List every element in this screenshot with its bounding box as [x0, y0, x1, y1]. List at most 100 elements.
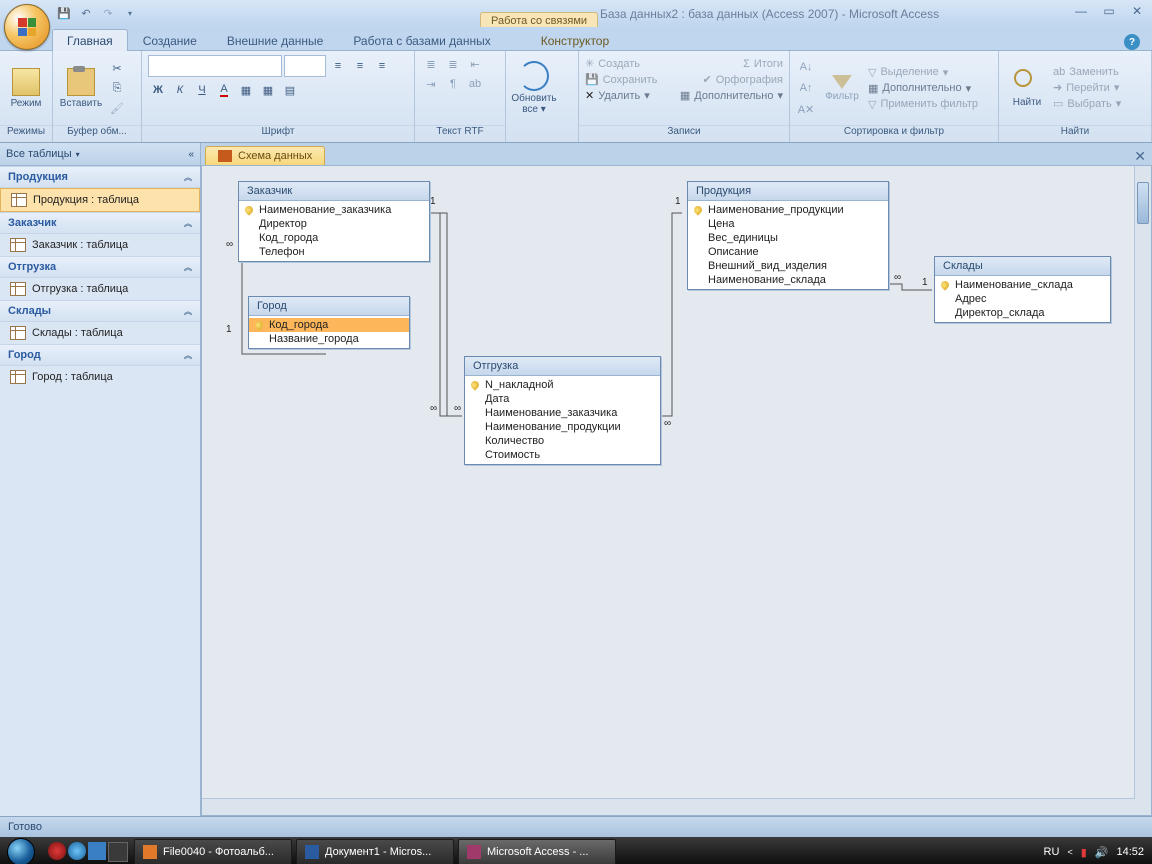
- qat-customize-icon[interactable]: ▾: [122, 6, 138, 22]
- entity-field[interactable]: Название_города: [249, 332, 409, 346]
- nav-group-header[interactable]: Город︽: [0, 344, 200, 366]
- nav-item[interactable]: Склады : таблица: [0, 322, 200, 344]
- clock[interactable]: 14:52: [1116, 846, 1144, 858]
- underline-button[interactable]: Ч: [192, 81, 212, 99]
- ql-ie-icon[interactable]: [68, 842, 86, 860]
- minimize-button[interactable]: —: [1072, 4, 1090, 18]
- new-record-icon[interactable]: ✳: [585, 57, 594, 70]
- start-button[interactable]: [0, 837, 42, 864]
- bold-button[interactable]: Ж: [148, 81, 168, 99]
- tab-dbtools[interactable]: Работа с базами данных: [338, 29, 505, 51]
- entity-field[interactable]: Директор: [239, 217, 429, 231]
- entity-field[interactable]: Телефон: [239, 245, 429, 259]
- entity-gorod[interactable]: Город Код_городаНазвание_города: [248, 296, 410, 349]
- toggle-filter-icon[interactable]: ▽: [868, 98, 876, 111]
- totals-icon[interactable]: Σ: [743, 58, 750, 70]
- find-button[interactable]: Найти: [1005, 69, 1049, 108]
- copy-icon[interactable]: ⎘: [107, 79, 127, 97]
- goto-icon[interactable]: ➜: [1053, 81, 1062, 94]
- nav-item[interactable]: Заказчик : таблица: [0, 234, 200, 256]
- tab-create[interactable]: Создание: [128, 29, 212, 51]
- refresh-button[interactable]: Обновитьвсе ▾: [512, 61, 556, 115]
- undo-icon[interactable]: ↶: [78, 6, 94, 22]
- italic-button[interactable]: К: [170, 81, 190, 99]
- relationships-canvas[interactable]: 1 ∞ ∞ ∞ 1 ∞ 1 1 ∞ Заказчик Наименование_…: [201, 165, 1152, 816]
- entity-field[interactable]: Адрес: [935, 292, 1110, 306]
- sort-asc-icon[interactable]: A↓: [796, 58, 816, 76]
- save-record-icon[interactable]: 💾: [585, 73, 599, 86]
- close-button[interactable]: ✕: [1128, 4, 1146, 18]
- doc-tab-close-icon[interactable]: ✕: [1134, 148, 1146, 165]
- more-icon[interactable]: ▦: [680, 89, 690, 102]
- entity-sklady[interactable]: Склады Наименование_складаАдресДиректор_…: [934, 256, 1111, 323]
- entity-field[interactable]: Стоимость: [465, 448, 660, 462]
- restore-button[interactable]: ▭: [1100, 4, 1118, 18]
- entity-field[interactable]: Цена: [688, 217, 888, 231]
- font-size-input[interactable]: [284, 55, 326, 77]
- align-left-icon[interactable]: ≡: [328, 57, 348, 75]
- nav-pane-header[interactable]: Все таблицы▾«: [0, 143, 200, 166]
- numbering-icon[interactable]: ≣: [443, 55, 463, 73]
- align-center-icon[interactable]: ≡: [350, 57, 370, 75]
- ltr-icon[interactable]: ¶: [443, 75, 463, 93]
- format-painter-icon[interactable]: 🖌: [107, 99, 127, 117]
- filter-button[interactable]: Фильтр: [820, 75, 864, 102]
- ql-switch-icon[interactable]: [108, 842, 128, 862]
- entity-produkciya[interactable]: Продукция Наименование_продукцииЦенаВес_…: [687, 181, 889, 290]
- entity-field[interactable]: Дата: [465, 392, 660, 406]
- fill-color-icon[interactable]: ▦: [236, 81, 256, 99]
- entity-field[interactable]: Код_города: [249, 318, 409, 332]
- highlight-icon[interactable]: ab: [465, 75, 485, 93]
- help-icon[interactable]: ?: [1124, 34, 1140, 50]
- clear-sort-icon[interactable]: A✕: [796, 100, 816, 118]
- entity-field[interactable]: N_накладной: [465, 378, 660, 392]
- taskbar-item[interactable]: Microsoft Access - ...: [458, 839, 616, 864]
- tray-flag-icon[interactable]: ▮: [1081, 846, 1087, 859]
- replace-icon[interactable]: ab: [1053, 66, 1065, 78]
- entity-field[interactable]: Наименование_продукции: [465, 420, 660, 434]
- entity-zakazchik[interactable]: Заказчик Наименование_заказчикаДиректорК…: [238, 181, 430, 262]
- view-button[interactable]: Режим: [6, 68, 46, 109]
- tab-home[interactable]: Главная: [52, 29, 128, 51]
- paste-button[interactable]: Вставить: [59, 68, 103, 109]
- select-icon[interactable]: ▭: [1053, 97, 1063, 110]
- nav-group-header[interactable]: Продукция︽: [0, 166, 200, 188]
- advanced-icon[interactable]: ▦: [868, 82, 878, 95]
- spelling-icon[interactable]: ✔: [703, 73, 712, 86]
- nav-group-header[interactable]: Склады︽: [0, 300, 200, 322]
- sort-desc-icon[interactable]: A↑: [796, 79, 816, 97]
- scrollbar-horizontal[interactable]: [202, 798, 1135, 815]
- entity-field[interactable]: Наименование_склада: [688, 273, 888, 287]
- tab-design[interactable]: Конструктор: [526, 29, 624, 51]
- nav-item[interactable]: Отгрузка : таблица: [0, 278, 200, 300]
- tab-external[interactable]: Внешние данные: [212, 29, 339, 51]
- taskbar-item[interactable]: Документ1 - Micros...: [296, 839, 454, 864]
- ql-desktop-icon[interactable]: [88, 842, 106, 860]
- nav-group-header[interactable]: Отгрузка︽: [0, 256, 200, 278]
- entity-field[interactable]: Наименование_продукции: [688, 203, 888, 217]
- entity-field[interactable]: Наименование_заказчика: [465, 406, 660, 420]
- delete-icon[interactable]: ✕: [585, 89, 594, 102]
- save-icon[interactable]: 💾: [56, 6, 72, 22]
- entity-field[interactable]: Вес_единицы: [688, 231, 888, 245]
- cut-icon[interactable]: ✂: [107, 59, 127, 77]
- entity-field[interactable]: Количество: [465, 434, 660, 448]
- nav-item[interactable]: Продукция : таблица: [0, 188, 200, 212]
- indent-inc-icon[interactable]: ⇥: [421, 75, 441, 93]
- tray-arrow-icon[interactable]: <: [1067, 847, 1072, 857]
- gridlines-icon[interactable]: ▦: [258, 81, 278, 99]
- ql-opera-icon[interactable]: [48, 842, 66, 860]
- entity-field[interactable]: Код_города: [239, 231, 429, 245]
- redo-icon[interactable]: ↷: [100, 6, 116, 22]
- indent-dec-icon[interactable]: ⇤: [465, 55, 485, 73]
- nav-group-header[interactable]: Заказчик︽: [0, 212, 200, 234]
- font-color-icon[interactable]: A: [214, 81, 234, 99]
- scrollbar-vertical[interactable]: [1134, 166, 1151, 815]
- nav-collapse-icon[interactable]: «: [188, 149, 194, 160]
- entity-otgruzka[interactable]: Отгрузка N_накладнойДатаНаименование_зак…: [464, 356, 661, 465]
- bullets-icon[interactable]: ≣: [421, 55, 441, 73]
- selection-icon[interactable]: ▽: [868, 66, 876, 79]
- alt-row-icon[interactable]: ▤: [280, 81, 300, 99]
- entity-field[interactable]: Наименование_склада: [935, 278, 1110, 292]
- nav-item[interactable]: Город : таблица: [0, 366, 200, 388]
